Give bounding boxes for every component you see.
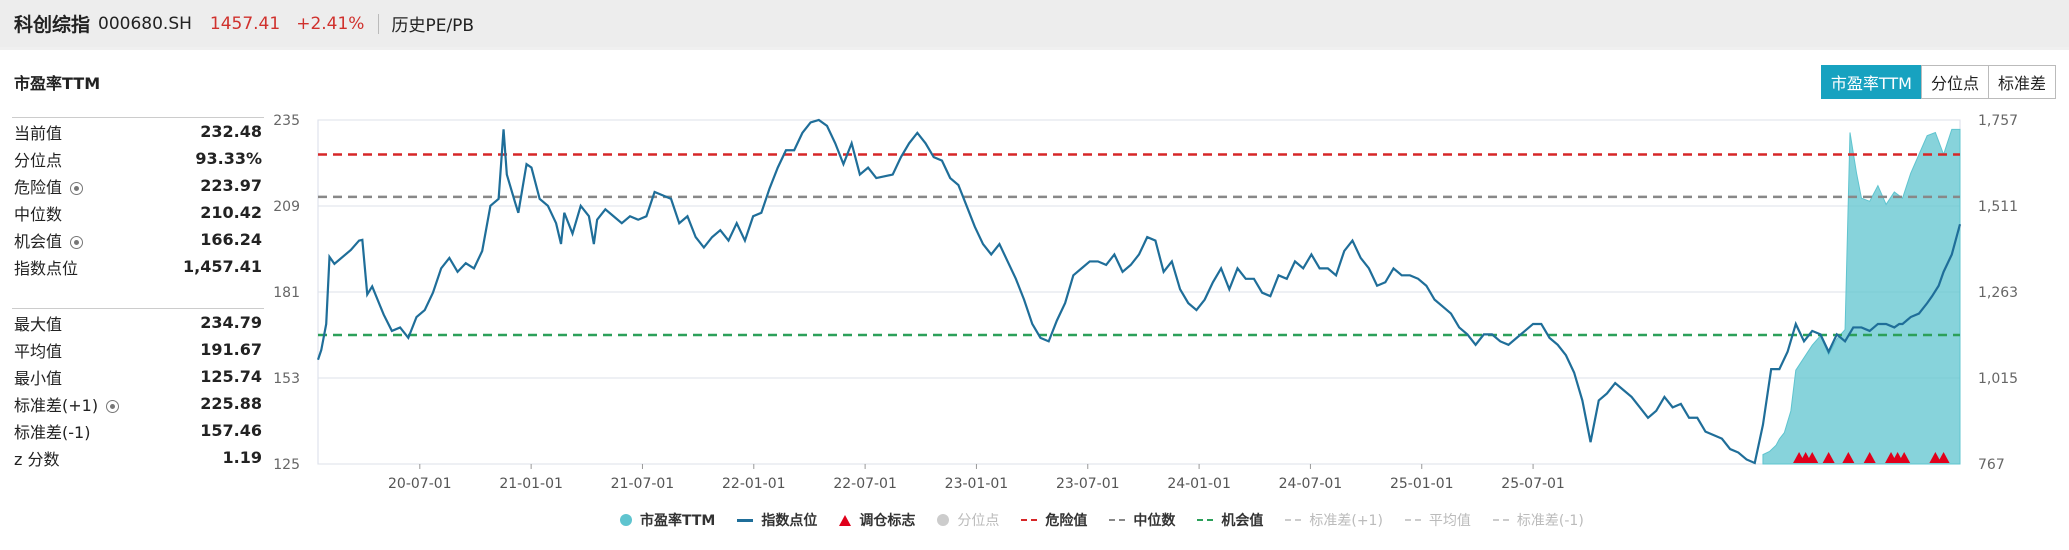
- chart-panel: 市盈率TTM 市盈率TTM 分位点 标准差 当前值 232.48 分位点 93.33%…: [0, 50, 2069, 550]
- index-code: 000680.SH: [98, 13, 192, 34]
- legend-item[interactable]: 标准差(-1): [1492, 510, 1584, 530]
- left-axis-tick-label: 181: [273, 285, 300, 301]
- x-tick-label: 23-01-01: [945, 476, 1009, 492]
- left-axis-tick-label: 209: [273, 199, 300, 215]
- right-axis-tick-label: 1,511: [1978, 199, 2018, 215]
- x-tick-label: 20-07-01: [388, 476, 452, 492]
- legend-item[interactable]: 调仓标志: [839, 510, 915, 530]
- x-tick-label: 22-01-01: [722, 476, 786, 492]
- legend-dash-icon: [1285, 519, 1302, 521]
- legend-triangle-icon: [839, 514, 852, 526]
- legend-label: 中位数: [1133, 513, 1176, 529]
- legend-item[interactable]: 市盈率TTM: [620, 510, 715, 530]
- legend-label: 平均值: [1428, 513, 1471, 529]
- index-price: 1457.41: [209, 13, 281, 34]
- legend-label: 调仓标志: [859, 513, 916, 529]
- legend-dash-icon: [1404, 519, 1421, 521]
- right-axis-tick-label: 1,015: [1978, 371, 2018, 387]
- x-tick-label: 22-07-01: [833, 476, 897, 492]
- right-axis-tick-label: 1,757: [1978, 113, 2018, 129]
- nav-history-pe-pb[interactable]: 历史PE/PB: [391, 11, 474, 36]
- legend-label: 标准差(+1): [1309, 513, 1383, 529]
- x-tick-label: 21-07-01: [611, 476, 675, 492]
- divider: [378, 13, 380, 34]
- legend-item[interactable]: 平均值: [1404, 510, 1471, 530]
- left-axis-tick-label: 125: [273, 457, 300, 473]
- index-name: 科创综指: [14, 14, 91, 36]
- index-change: +2.41%: [296, 13, 365, 34]
- legend-label: 危险值: [1045, 513, 1088, 529]
- legend-label: 机会值: [1221, 513, 1264, 529]
- legend-item[interactable]: 危险值: [1021, 510, 1087, 530]
- pe-chart[interactable]: 235 1,757 209 1,511 181 1,263 153 1,015 125 767 20…: [0, 50, 2069, 550]
- legend-item[interactable]: 标准差(+1): [1285, 510, 1383, 530]
- x-tick-label: 25-07-01: [1501, 476, 1565, 492]
- left-axis-tick-label: 235: [273, 113, 300, 129]
- legend-item[interactable]: 中位数: [1109, 510, 1175, 530]
- legend-line-icon: [737, 518, 754, 522]
- x-tick-label: 25-01-01: [1390, 476, 1454, 492]
- legend-dash-icon: [1021, 519, 1038, 521]
- legend-label: 市盈率TTM: [640, 513, 716, 529]
- legend-item[interactable]: 分位点: [937, 510, 999, 530]
- legend-dot-icon: [620, 514, 632, 526]
- left-axis-tick-label: 153: [273, 371, 300, 387]
- legend-item[interactable]: 机会值: [1197, 510, 1263, 530]
- legend-label: 分位点: [957, 513, 1000, 529]
- x-tick-label: 21-01-01: [499, 476, 563, 492]
- right-axis-tick-label: 767: [1978, 457, 2005, 473]
- chart-legend: 市盈率TTM 指数点位 调仓标志 分位点 危险值 中位数 机会值 标准差(+1) 平均值 标准差(…: [620, 510, 1606, 530]
- right-axis-tick-label: 1,263: [1978, 285, 2018, 301]
- x-tick-label: 23-07-01: [1056, 476, 1120, 492]
- legend-label: 标准差(-1): [1516, 513, 1584, 529]
- x-tick-label: 24-07-01: [1279, 476, 1343, 492]
- x-tick-label: 24-01-01: [1167, 476, 1231, 492]
- legend-dash-icon: [1109, 519, 1126, 521]
- legend-dash-icon: [1197, 519, 1214, 521]
- legend-label: 指数点位: [761, 513, 818, 529]
- legend-dot-icon: [937, 514, 950, 526]
- legend-dash-icon: [1492, 519, 1509, 521]
- top-bar: 科创综指 000680.SH 1457.41 +2.41% 历史PE/PB: [0, 0, 2069, 47]
- legend-item[interactable]: 指数点位: [737, 510, 817, 530]
